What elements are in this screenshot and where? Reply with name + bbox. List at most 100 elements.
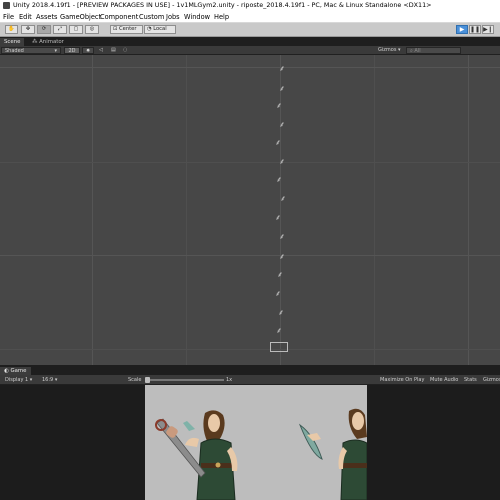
globe-icon: ◔	[147, 26, 152, 32]
grid-line	[92, 55, 93, 365]
transform-tool-icon[interactable]: ◎	[85, 25, 99, 34]
main-toolbar: ✋ ✥ ⟳ ⤢ ▢ ◎ ⊡ Center ◔ Local ▶ ❚❚ ▶❙	[0, 23, 500, 37]
pivot-space-label: Local	[153, 26, 167, 32]
tab-game-label: Game	[10, 368, 27, 374]
lighting-toggle-icon[interactable]: ✸	[82, 47, 94, 54]
object-gizmo-icon[interactable]: ⸙	[272, 288, 284, 300]
window-title: Unity 2018.4.19f1 - [PREVIEW PACKAGES IN…	[13, 1, 432, 9]
game-panel-tabs: ◐ Game	[0, 365, 500, 375]
grid-line	[0, 162, 500, 163]
object-gizmo-icon[interactable]: ⸙	[275, 307, 287, 319]
rotate-tool-icon[interactable]: ⟳	[37, 25, 51, 34]
grid-line	[186, 55, 187, 365]
tab-animator-label: Animator	[39, 39, 64, 45]
menu-bar: File Edit Assets GameObject Component Cu…	[0, 12, 500, 23]
grid-line	[0, 67, 500, 68]
scene-viewport[interactable]: ⸙ ⸙ ⸙ ⸙ ⸙ ⸙ ⸙ ⸙ ⸙ ⸙ ⸙ ⸙ ⸙ ⸙ ⸙	[0, 55, 500, 365]
scale-label: Scale	[128, 377, 142, 383]
object-gizmo-icon[interactable]: ⸙	[274, 269, 286, 281]
scale-value: 1x	[226, 377, 233, 383]
object-gizmo-icon[interactable]: ⸙	[272, 137, 284, 149]
object-gizmo-icon[interactable]: ⸙	[277, 193, 289, 205]
gizmos-label: Gizmos	[378, 47, 397, 53]
tab-scene-label: Scene	[4, 39, 21, 45]
step-button[interactable]: ▶❙	[482, 25, 494, 34]
menu-gameobject[interactable]: GameObject	[60, 13, 101, 21]
menu-window[interactable]: Window	[184, 13, 210, 21]
chevron-down-icon: ▾	[29, 377, 33, 383]
scene-toolbar: Shaded ▾ 2D ✸ ◁ ▤ ◌ Gizmos ▾ ⌕ All	[0, 46, 500, 55]
object-gizmo-icon[interactable]: ⸙	[276, 251, 288, 263]
gizmos-dropdown[interactable]: Gizmos ▾	[375, 47, 405, 54]
chevron-down-icon: ▾	[54, 377, 58, 383]
hand-tool-icon[interactable]: ✋	[5, 25, 18, 34]
play-button[interactable]: ▶	[456, 25, 468, 34]
scene-panel-tabs: Scene ⁂ Animator	[0, 37, 500, 46]
object-gizmo-icon[interactable]: ⸙	[273, 100, 285, 112]
menu-jobs[interactable]: Jobs	[166, 13, 180, 21]
menu-help[interactable]: Help	[214, 13, 229, 21]
game-scene-render	[155, 408, 367, 500]
audio-toggle-icon[interactable]: ◁	[96, 47, 106, 54]
game-view	[0, 385, 500, 500]
effects-toggle-icon[interactable]: ▤	[108, 47, 118, 54]
stats-toggle[interactable]: Stats	[464, 376, 477, 384]
move-tool-icon[interactable]: ✥	[21, 25, 35, 34]
scene-visibility-icon[interactable]: ◌	[120, 47, 132, 54]
menu-file[interactable]: File	[3, 13, 14, 21]
object-gizmo-icon[interactable]: ⸙	[276, 231, 288, 243]
object-gizmo-icon[interactable]: ⸙	[276, 156, 288, 168]
grid-line	[374, 55, 375, 365]
pivot-center-label: Center	[119, 26, 137, 32]
unity-logo-icon	[3, 2, 10, 9]
player-knight-left	[155, 410, 238, 500]
search-icon: ⌕	[410, 48, 413, 54]
game-gizmos-dropdown[interactable]: Gizmos	[483, 376, 500, 384]
maximize-on-play-toggle[interactable]: Maximize On Play	[380, 376, 424, 384]
object-gizmo-icon[interactable]: ⸙	[273, 325, 285, 337]
scale-tool-icon[interactable]: ⤢	[53, 25, 67, 34]
rect-tool-icon[interactable]: ▢	[69, 25, 83, 34]
tab-scene[interactable]: Scene	[0, 38, 25, 46]
chevron-down-icon: ▾	[398, 47, 401, 53]
scene-search-input[interactable]: ⌕ All	[406, 47, 461, 54]
draw-mode-label: Shaded	[5, 48, 24, 54]
draw-mode-dropdown[interactable]: Shaded ▾	[1, 47, 61, 54]
selected-object-bounds[interactable]	[270, 342, 288, 352]
menu-custom[interactable]: Custom	[139, 13, 164, 21]
aspect-dropdown[interactable]: 16:9 ▾	[42, 376, 57, 384]
scale-slider-handle[interactable]	[145, 377, 150, 383]
pause-button[interactable]: ❚❚	[469, 25, 481, 34]
grid-line	[0, 349, 500, 350]
enemy-knight-right	[338, 408, 367, 500]
object-gizmo-icon[interactable]: ⸙	[276, 119, 288, 131]
display-label: Display 1	[5, 377, 29, 383]
grid-line	[468, 55, 469, 365]
scene-search-placeholder: All	[414, 48, 421, 54]
animator-icon: ⁂	[32, 39, 38, 45]
aspect-label: 16:9	[42, 377, 54, 383]
mute-audio-toggle[interactable]: Mute Audio	[430, 376, 458, 384]
object-gizmo-icon[interactable]: ⸙	[273, 174, 285, 186]
menu-assets[interactable]: Assets	[36, 13, 57, 21]
tab-game[interactable]: ◐ Game	[0, 367, 31, 375]
menu-component[interactable]: Component	[100, 13, 138, 21]
game-tab-icon: ◐	[4, 368, 9, 374]
chevron-down-icon: ▾	[54, 48, 57, 54]
window-titlebar: Unity 2018.4.19f1 - [PREVIEW PACKAGES IN…	[0, 0, 500, 12]
pivot-icon: ⊡	[113, 26, 118, 32]
object-gizmo-icon[interactable]: ⸙	[276, 83, 288, 95]
tab-animator[interactable]: ⁂ Animator	[28, 38, 68, 46]
display-dropdown[interactable]: Display 1 ▾	[5, 376, 32, 384]
pivot-space-toggle[interactable]: ◔ Local	[144, 25, 176, 34]
pivot-center-toggle[interactable]: ⊡ Center	[110, 25, 143, 34]
scale-slider-track[interactable]	[146, 379, 224, 381]
toggle-2d-button[interactable]: 2D	[64, 47, 80, 54]
object-gizmo-icon[interactable]: ⸙	[276, 63, 288, 75]
game-render-viewport[interactable]	[145, 385, 367, 500]
menu-edit[interactable]: Edit	[19, 13, 32, 21]
toggle-2d-label: 2D	[68, 48, 76, 54]
shield-object	[298, 423, 323, 460]
object-gizmo-icon[interactable]: ⸙	[272, 212, 284, 224]
grid-line	[0, 255, 500, 256]
